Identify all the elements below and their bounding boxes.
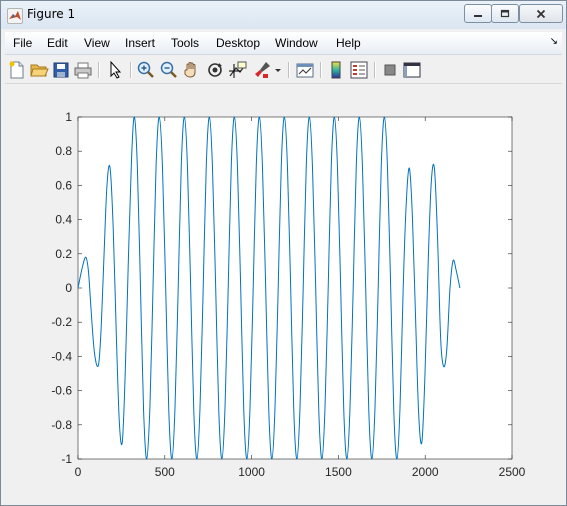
hide-plot-tools-icon[interactable] xyxy=(380,60,400,80)
link-plot-icon[interactable] xyxy=(295,60,315,80)
title-bar[interactable]: Figure 1 xyxy=(1,1,566,29)
menu-edit[interactable]: Edit xyxy=(47,36,68,50)
toolbar-separator xyxy=(130,62,132,78)
x-tick-label: 0 xyxy=(75,465,82,479)
y-tick-label: -0.2 xyxy=(51,315,72,329)
y-tick-label: -1 xyxy=(61,452,72,466)
window-title: Figure 1 xyxy=(27,7,76,21)
pan-hand-icon[interactable] xyxy=(182,60,202,80)
print-icon[interactable] xyxy=(73,60,93,80)
maximize-button[interactable] xyxy=(491,4,519,23)
x-tick-label: 1500 xyxy=(325,465,352,479)
close-icon xyxy=(536,9,546,18)
rotate-3d-icon[interactable] xyxy=(205,60,225,80)
menu-window[interactable]: Window xyxy=(275,36,318,50)
y-tick-label: -0.4 xyxy=(51,349,72,363)
menu-tools[interactable]: Tools xyxy=(171,36,199,50)
toolbar-separator xyxy=(320,62,322,78)
menu-file[interactable]: File xyxy=(13,36,32,50)
y-tick-label: -0.8 xyxy=(51,418,72,432)
menu-bar: File Edit View Insert Tools Desktop Wind… xyxy=(5,32,562,55)
open-file-icon[interactable] xyxy=(29,60,49,80)
figure-window: Figure 1 File Edit View Insert Tools Des… xyxy=(0,0,567,506)
matlab-logo-icon xyxy=(7,8,23,24)
minimize-icon xyxy=(474,14,482,17)
zoom-in-icon[interactable] xyxy=(136,60,156,80)
y-tick-label: 1 xyxy=(65,110,72,124)
show-plot-tools-icon[interactable] xyxy=(402,60,422,80)
dock-arrow-icon[interactable]: ↘ xyxy=(550,36,558,47)
y-tick-label: 0 xyxy=(65,281,72,295)
y-tick-label: 0.6 xyxy=(55,178,72,192)
zoom-out-icon[interactable] xyxy=(159,60,179,80)
edit-plot-arrow-icon[interactable] xyxy=(105,60,125,80)
minimize-button[interactable] xyxy=(464,4,492,23)
menu-insert[interactable]: Insert xyxy=(125,36,155,50)
insert-colorbar-icon[interactable] xyxy=(326,60,346,80)
figure-toolbar xyxy=(5,56,562,84)
data-cursor-icon[interactable] xyxy=(228,60,248,80)
x-tick-label: 1000 xyxy=(238,465,265,479)
x-tick-label: 2000 xyxy=(412,465,439,479)
y-tick-label: 0.8 xyxy=(55,144,72,158)
close-button[interactable] xyxy=(519,4,563,23)
menu-desktop[interactable]: Desktop xyxy=(216,36,260,50)
toolbar-separator xyxy=(374,62,376,78)
maximize-icon xyxy=(500,9,510,17)
menu-help[interactable]: Help xyxy=(336,36,361,50)
brush-dropdown-icon[interactable] xyxy=(273,60,283,80)
toolbar-separator xyxy=(98,62,100,78)
brush-icon[interactable] xyxy=(252,60,272,80)
new-figure-icon[interactable] xyxy=(7,60,27,80)
x-tick-label: 2500 xyxy=(499,465,526,479)
axes[interactable]: 0 500 1000 1500 2000 2500 1 0.8 0.6 0.4 0.2 0 -0.2 -0… xyxy=(5,84,562,501)
y-tick-label: 0.2 xyxy=(55,247,72,261)
save-icon[interactable] xyxy=(51,60,71,80)
insert-legend-icon[interactable] xyxy=(349,60,369,80)
y-tick-label: 0.4 xyxy=(55,213,72,227)
figure-canvas: 0 500 1000 1500 2000 2500 1 0.8 0.6 0.4 0.2 0 -0.2 -0… xyxy=(5,84,562,501)
x-tick-label: 500 xyxy=(155,465,175,479)
toolbar-separator xyxy=(288,62,290,78)
menu-view[interactable]: View xyxy=(84,36,110,50)
y-tick-label: -0.6 xyxy=(51,384,72,398)
